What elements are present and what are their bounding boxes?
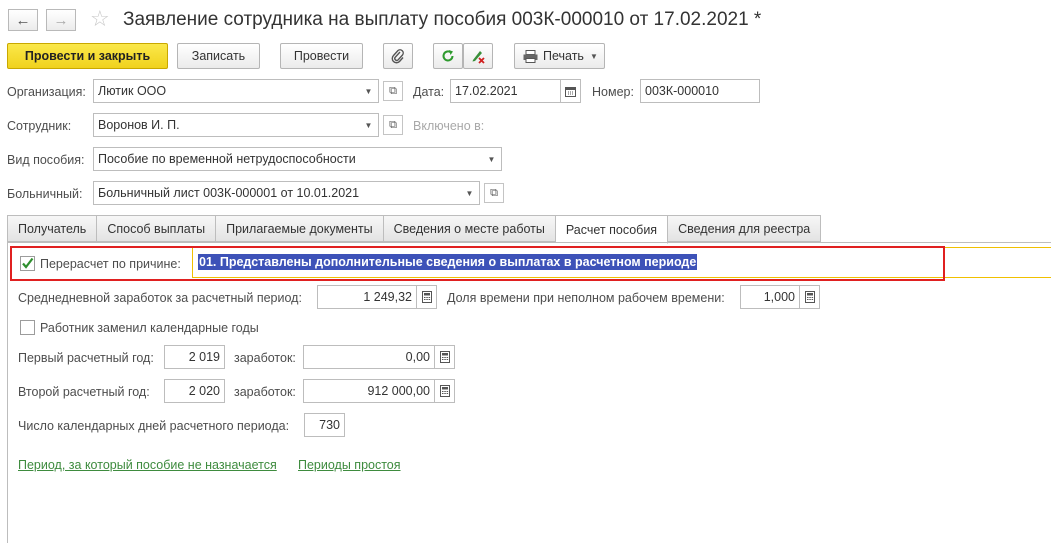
tab-benefit-calculation[interactable]: Расчет пособия bbox=[555, 215, 669, 244]
replaced-years-checkbox[interactable] bbox=[20, 320, 35, 335]
date-calendar-button[interactable] bbox=[561, 79, 581, 103]
calculator-icon bbox=[439, 351, 450, 363]
edit-clear-icon bbox=[472, 51, 485, 64]
calculator-icon bbox=[421, 291, 432, 303]
org-label: Организация: bbox=[7, 85, 86, 99]
forward-arrow-icon: → bbox=[53, 11, 69, 29]
second-year-earnings-field[interactable]: 912 000,00 bbox=[303, 379, 435, 403]
included-in-label: Включено в: bbox=[413, 119, 485, 133]
open-form-icon: ⧉ bbox=[389, 118, 397, 131]
sick-leave-dropdown-button[interactable]: ▼ bbox=[460, 181, 480, 205]
chevron-down-icon: ▼ bbox=[589, 51, 598, 61]
idle-periods-link[interactable]: Периоды простоя bbox=[298, 458, 401, 472]
back-button[interactable]: ← bbox=[8, 9, 38, 31]
tab-registry-info[interactable]: Сведения для реестра bbox=[668, 215, 822, 242]
star-icon: ☆ bbox=[90, 6, 110, 31]
second-year-label: Второй расчетный год: bbox=[18, 385, 150, 399]
second-year-earnings-label: заработок: bbox=[234, 385, 296, 399]
benefit-type-label: Вид пособия: bbox=[7, 153, 85, 167]
not-assigned-period-link[interactable]: Период, за который пособие не назначаетс… bbox=[18, 458, 277, 472]
tab-workplace-info[interactable]: Сведения о месте работы bbox=[383, 215, 556, 242]
tab-recipient[interactable]: Получатель bbox=[7, 215, 98, 242]
org-field[interactable]: Лютик ООО bbox=[93, 79, 360, 103]
first-year-label: Первый расчетный год: bbox=[18, 351, 154, 365]
org-open-button[interactable]: ⧉ bbox=[383, 81, 403, 101]
checkmark-icon bbox=[22, 257, 34, 269]
recalc-label: Перерасчет по причине: bbox=[40, 257, 181, 271]
employee-open-button[interactable]: ⧉ bbox=[383, 115, 403, 135]
part-time-share-label: Доля времени при неполном рабочем времен… bbox=[447, 291, 725, 305]
first-year-field[interactable]: 2 019 bbox=[164, 345, 225, 369]
attach-button[interactable] bbox=[383, 43, 413, 69]
forward-button[interactable]: → bbox=[46, 9, 76, 31]
second-year-earnings-calculator-button[interactable] bbox=[435, 379, 455, 403]
post-and-close-button[interactable]: Провести и закрыть bbox=[7, 43, 168, 69]
tab-attached-documents[interactable]: Прилагаемые документы bbox=[216, 215, 384, 242]
print-button[interactable]: Печать ▼ bbox=[514, 43, 605, 69]
first-year-earnings-label: заработок: bbox=[234, 351, 296, 365]
printer-icon bbox=[523, 49, 538, 63]
tab-bar: Получатель Способ выплаты Прилагаемые до… bbox=[7, 215, 822, 244]
date-label: Дата: bbox=[413, 85, 445, 99]
page-title: Заявление сотрудника на выплату пособия … bbox=[123, 9, 762, 30]
org-dropdown-button[interactable]: ▼ bbox=[359, 79, 379, 103]
favorite-star-button[interactable]: ☆ bbox=[90, 6, 110, 32]
part-time-share-field[interactable]: 1,000 bbox=[740, 285, 800, 309]
tab-payment-method[interactable]: Способ выплаты bbox=[97, 215, 217, 242]
recalc-reason-field[interactable]: 01. Представлены дополнительные сведения… bbox=[198, 254, 698, 270]
sick-leave-label: Больничный: bbox=[7, 187, 83, 201]
first-year-earnings-field[interactable]: 0,00 bbox=[303, 345, 435, 369]
refresh-icon bbox=[442, 50, 454, 62]
print-label: Печать bbox=[543, 49, 584, 63]
benefit-type-dropdown-button[interactable]: ▼ bbox=[482, 147, 502, 171]
save-button[interactable]: Записать bbox=[177, 43, 260, 69]
recalc-checkbox[interactable] bbox=[20, 256, 35, 271]
open-form-icon: ⧉ bbox=[490, 186, 498, 199]
employee-dropdown-button[interactable]: ▼ bbox=[359, 113, 379, 137]
avg-earnings-field[interactable]: 1 249,32 bbox=[317, 285, 417, 309]
calculator-icon bbox=[439, 385, 450, 397]
chevron-down-icon: ▼ bbox=[487, 154, 496, 164]
employee-field[interactable]: Воронов И. П. bbox=[93, 113, 360, 137]
paperclip-icon bbox=[391, 49, 404, 64]
clear-edit-button[interactable] bbox=[463, 43, 493, 69]
post-button[interactable]: Провести bbox=[280, 43, 363, 69]
sick-leave-open-button[interactable]: ⧉ bbox=[484, 183, 504, 203]
part-time-share-calculator-button[interactable] bbox=[800, 285, 820, 309]
number-label: Номер: bbox=[592, 85, 634, 99]
recalc-reason-text: 01. Представлены дополнительные сведения… bbox=[198, 254, 698, 270]
refresh-button[interactable] bbox=[433, 43, 463, 69]
employee-label: Сотрудник: bbox=[7, 119, 72, 133]
open-form-icon: ⧉ bbox=[389, 84, 397, 97]
chevron-down-icon: ▼ bbox=[364, 86, 373, 96]
number-field[interactable]: 003К-000010 bbox=[640, 79, 760, 103]
chevron-down-icon: ▼ bbox=[465, 188, 474, 198]
avg-earnings-calculator-button[interactable] bbox=[417, 285, 437, 309]
benefit-type-field[interactable]: Пособие по временной нетрудоспособности bbox=[93, 147, 483, 171]
sick-leave-field[interactable]: Больничный лист 003К-000001 от 10.01.202… bbox=[93, 181, 461, 205]
back-arrow-icon: ← bbox=[15, 11, 31, 29]
date-field[interactable]: 17.02.2021 bbox=[450, 79, 561, 103]
first-year-earnings-calculator-button[interactable] bbox=[435, 345, 455, 369]
avg-earnings-label: Среднедневной заработок за расчетный пер… bbox=[18, 291, 302, 305]
replaced-years-label: Работник заменил календарные годы bbox=[40, 321, 259, 335]
calculator-icon bbox=[804, 291, 815, 303]
calendar-days-field[interactable]: 730 bbox=[304, 413, 345, 437]
calendar-days-label: Число календарных дней расчетного период… bbox=[18, 419, 290, 433]
calendar-icon bbox=[565, 86, 576, 97]
chevron-down-icon: ▼ bbox=[364, 120, 373, 130]
second-year-field[interactable]: 2 020 bbox=[164, 379, 225, 403]
